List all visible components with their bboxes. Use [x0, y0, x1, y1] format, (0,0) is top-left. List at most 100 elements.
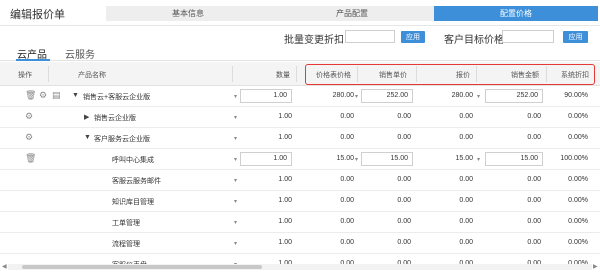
quantity: 1.00 [278, 239, 292, 246]
amount: 0.00 [459, 134, 473, 141]
product-name: 销售云企业版 [94, 115, 136, 122]
product-name: 工单管理 [112, 220, 140, 227]
list-price: 280.00 [332, 92, 354, 99]
system-discount: 0.00% [568, 176, 588, 183]
apply-target-price-button[interactable]: 应用 [563, 31, 588, 43]
table-row: 知识库目管理 ▾ 1.00 0.00 0.00 0.00 0.00 0.00% [0, 191, 600, 212]
col-separator [48, 66, 49, 82]
quantity-caret-icon[interactable]: ▾ [234, 219, 237, 226]
quantity-caret-icon[interactable]: ▾ [234, 177, 237, 184]
unit-price: 0.00 [397, 134, 411, 141]
sales-amount: 0.00 [527, 239, 541, 246]
quantity-caret-icon[interactable]: ▾ [234, 114, 237, 121]
col-operation: 操作 [18, 72, 32, 79]
batch-discount-input[interactable] [345, 30, 395, 43]
quantity-caret-icon[interactable]: ▾ [234, 156, 237, 163]
product-tabs: 云产品 云服务 [0, 44, 600, 61]
col-separator [296, 66, 297, 82]
sales-amount-caret-icon[interactable]: ▾ [477, 93, 480, 100]
quantity: 1.00 [278, 218, 292, 225]
quantity-caret-icon[interactable]: ▾ [234, 240, 237, 247]
table-row: ⚙ ▼ 客户服务云企业版 ▾ 1.00 0.00 0.00 0.00 0.00 … [0, 128, 600, 149]
list-price: 0.00 [340, 218, 354, 225]
quantity-input[interactable]: 1.00 [240, 89, 292, 103]
gear-icon[interactable]: ⚙ [39, 91, 47, 100]
table-row: 流程管理 ▾ 1.00 0.00 0.00 0.00 0.00 0.00% [0, 233, 600, 254]
system-discount: 0.00% [568, 134, 588, 141]
sales-amount: 0.00 [527, 134, 541, 141]
table-row: ⚙ ▶ 销售云企业版 ▾ 1.00 0.00 0.00 0.00 0.00 0.… [0, 107, 600, 128]
tab-cloud-services[interactable]: 云服务 [65, 46, 95, 61]
sales-amount: 0.00 [527, 197, 541, 204]
expand-icon[interactable]: ▶ [84, 113, 89, 121]
quantity: 1.00 [278, 134, 292, 141]
product-name: 销售云+客服云企业版 [83, 94, 151, 101]
unit-price: 0.00 [397, 218, 411, 225]
sales-amount: 0.00 [527, 218, 541, 225]
table-row: 🗑 ⚙ ▤ ▼ 销售云+客服云企业版 ▾ 1.00 280.00 ▾ 252.0… [0, 86, 600, 107]
list-price: 0.00 [340, 239, 354, 246]
quantity-caret-icon[interactable]: ▾ [234, 135, 237, 142]
trash-icon[interactable]: 🗑 [25, 91, 36, 100]
sales-amount-caret-icon[interactable]: ▾ [477, 156, 480, 163]
table-row: 工单管理 ▾ 1.00 0.00 0.00 0.00 0.00 0.00% [0, 212, 600, 233]
col-quantity: 数量 [276, 72, 290, 79]
unit-price-caret-icon[interactable]: ▾ [355, 93, 358, 100]
gear-icon[interactable]: ⚙ [25, 133, 33, 142]
quantity: 1.00 [278, 176, 292, 183]
collapse-icon[interactable]: ▼ [72, 92, 79, 99]
quantity-input[interactable]: 1.00 [240, 152, 292, 166]
apply-discount-button[interactable]: 应用 [401, 31, 425, 43]
amount: 0.00 [459, 176, 473, 183]
quantity-caret-icon[interactable]: ▾ [234, 93, 237, 100]
horizontal-scrollbar[interactable] [8, 264, 592, 270]
product-name: 客服云服务邮件 [112, 178, 161, 185]
list-price: 0.00 [340, 134, 354, 141]
list-price: 0.00 [340, 197, 354, 204]
unit-price: 0.00 [397, 239, 411, 246]
scroll-left-icon[interactable]: ◀ [2, 263, 7, 270]
amount: 0.00 [459, 239, 473, 246]
amount: 280.00 [451, 92, 473, 99]
step-basic-info[interactable]: 基本信息 [106, 6, 270, 21]
col-separator [232, 66, 233, 82]
page-title: 编辑报价单 [10, 9, 65, 21]
sales-amount: 0.00 [527, 176, 541, 183]
unit-price: 0.00 [397, 197, 411, 204]
progress-steps: 基本信息 产品配置 配置价格 [106, 6, 598, 21]
unit-price: 0.00 [397, 113, 411, 120]
product-name: 客户服务云企业版 [94, 136, 150, 143]
amount: 0.00 [459, 113, 473, 120]
unit-price: 0.00 [397, 176, 411, 183]
quantity: 1.00 [278, 197, 292, 204]
unit-price-input[interactable]: 252.00 [361, 89, 413, 103]
col-product-name: 产品名称 [78, 72, 106, 79]
target-price-input[interactable] [502, 30, 554, 43]
list-price: 15.00 [336, 155, 354, 162]
sales-amount-input[interactable]: 252.00 [485, 89, 543, 103]
table-row: 🗑 呼叫中心集成 ▾ 1.00 15.00 ▾ 15.00 15.00 ▾ 15… [0, 149, 600, 170]
amount: 0.00 [459, 218, 473, 225]
step-price-config[interactable]: 配置价格 [434, 6, 598, 21]
amount: 0.00 [459, 197, 473, 204]
product-name: 知识库目管理 [112, 199, 154, 206]
product-name: 呼叫中心集成 [112, 157, 154, 164]
scrollbar-thumb[interactable] [22, 265, 262, 269]
unit-price-caret-icon[interactable]: ▾ [355, 156, 358, 163]
trash-icon[interactable]: 🗑 [25, 154, 36, 163]
system-discount: 0.00% [568, 239, 588, 246]
collapse-icon[interactable]: ▼ [84, 134, 91, 141]
step-product-config[interactable]: 产品配置 [270, 6, 434, 21]
amount: 15.00 [455, 155, 473, 162]
sales-amount-input[interactable]: 15.00 [485, 152, 543, 166]
system-discount: 0.00% [568, 113, 588, 120]
unit-price-input[interactable]: 15.00 [361, 152, 413, 166]
system-discount: 100.00% [560, 155, 588, 162]
active-tab-indicator [16, 59, 50, 61]
quantity-caret-icon[interactable]: ▾ [234, 198, 237, 205]
scroll-right-icon[interactable]: ▶ [593, 263, 598, 270]
list-icon[interactable]: ▤ [52, 91, 61, 100]
gear-icon[interactable]: ⚙ [25, 112, 33, 121]
system-discount: 0.00% [568, 218, 588, 225]
list-price: 0.00 [340, 176, 354, 183]
